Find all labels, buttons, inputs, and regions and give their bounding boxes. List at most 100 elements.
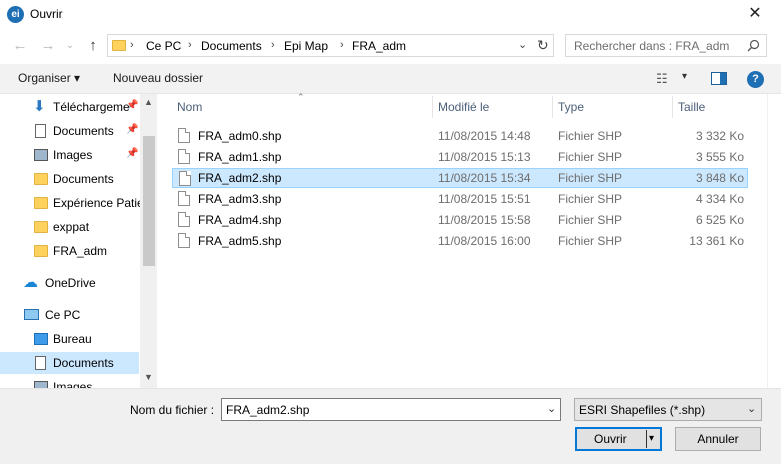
column-header-modified[interactable]: Modifié le — [438, 100, 489, 114]
document-icon — [35, 124, 46, 138]
sidebar-item-documents-pc[interactable]: Documents — [0, 352, 139, 374]
column-header-name[interactable]: Nom — [177, 100, 202, 114]
cloud-icon: ☁ — [23, 274, 38, 291]
table-row[interactable]: FRA_adm3.shp 11/08/2015 15:51 Fichier SH… — [172, 189, 748, 209]
close-icon[interactable]: ✕ — [745, 4, 765, 24]
folder-icon — [34, 221, 48, 233]
recent-dropdown-icon[interactable]: ⌄ — [60, 36, 80, 56]
preview-pane-icon[interactable] — [711, 72, 727, 85]
file-modified: 11/08/2015 15:58 — [438, 213, 531, 227]
address-dropdown-icon[interactable]: ⌄ — [518, 38, 527, 51]
sidebar-item-bureau[interactable]: Bureau — [0, 328, 139, 350]
file-icon — [178, 149, 190, 164]
scroll-down-icon[interactable]: ▼ — [144, 372, 153, 382]
sidebar-item-exppat[interactable]: exppat — [0, 216, 139, 238]
chevron-down-icon[interactable]: ⌄ — [547, 402, 556, 415]
new-folder-button[interactable]: Nouveau dossier — [113, 71, 203, 85]
sidebar-item-images-pc[interactable]: Images — [0, 376, 139, 388]
file-name: FRA_adm3.shp — [198, 192, 282, 206]
desktop-icon — [34, 333, 48, 345]
folder-icon — [34, 197, 48, 209]
sidebar-item-documents-folder[interactable]: Documents — [0, 168, 139, 190]
pin-icon: 📌 — [126, 124, 139, 135]
scroll-up-icon[interactable]: ▲ — [144, 97, 153, 107]
organize-button[interactable]: Organiser ▾ — [18, 71, 80, 85]
sidebar-item-label: FRA_adm — [53, 244, 108, 258]
help-icon[interactable]: ? — [747, 71, 764, 88]
dialog-footer: Nom du fichier : FRA_adm2.shp ⌄ ESRI Sha… — [0, 388, 781, 464]
image-icon — [34, 381, 48, 388]
file-list-scrollbar[interactable] — [767, 94, 781, 388]
filename-input[interactable]: FRA_adm2.shp ⌄ — [221, 398, 561, 421]
file-modified: 11/08/2015 15:51 — [438, 192, 531, 206]
file-modified: 11/08/2015 15:13 — [438, 150, 531, 164]
folder-icon — [112, 40, 126, 51]
breadcrumb-ce-pc[interactable]: Ce PC — [146, 39, 181, 53]
breadcrumb-fra-adm[interactable]: FRA_adm — [352, 39, 406, 53]
filename-value: FRA_adm2.shp — [226, 403, 310, 417]
view-dropdown-icon[interactable]: ▾ — [682, 71, 687, 82]
file-icon — [178, 212, 190, 227]
sidebar-item-onedrive[interactable]: ☁ OneDrive — [0, 272, 139, 294]
sidebar-item-images-quick[interactable]: Images 📌 — [0, 144, 139, 166]
view-options-icon[interactable]: ☷ — [656, 71, 668, 87]
title-bar: ei Ouvrir ✕ — [0, 0, 781, 30]
download-arrow-icon: ⬇ — [33, 98, 46, 115]
chevron-down-icon[interactable]: ⌄ — [747, 402, 756, 415]
search-placeholder: Rechercher dans : FRA_adm — [574, 39, 730, 53]
file-type: Fichier SHP — [558, 213, 623, 227]
sidebar-item-label: Documents — [53, 356, 114, 370]
sidebar-item-label: Images — [53, 380, 93, 388]
open-dropdown-icon[interactable]: ▾ — [649, 429, 654, 449]
file-icon — [178, 233, 190, 248]
breadcrumb-separator: › — [130, 39, 134, 51]
sidebar-scroll-thumb[interactable] — [143, 136, 155, 266]
file-modified: 11/08/2015 15:34 — [438, 171, 531, 185]
column-separator[interactable] — [552, 96, 553, 118]
file-size: 3 555 Ko — [695, 150, 744, 164]
table-row[interactable]: FRA_adm4.shp 11/08/2015 15:58 Fichier SH… — [172, 210, 748, 230]
document-icon — [35, 356, 46, 370]
file-name: FRA_adm2.shp — [198, 171, 282, 185]
table-row[interactable]: FRA_adm1.shp 11/08/2015 15:13 Fichier SH… — [172, 147, 748, 167]
column-separator[interactable] — [672, 96, 673, 118]
sidebar-item-label: OneDrive — [45, 276, 96, 290]
sidebar-item-experience[interactable]: Expérience Patie — [0, 192, 144, 214]
sidebar-item-label: Expérience Patie — [53, 196, 144, 210]
back-arrow-icon[interactable]: ← — [10, 36, 30, 56]
column-separator[interactable] — [432, 96, 433, 118]
sidebar-item-label: Ce PC — [45, 308, 81, 322]
table-row-selected[interactable]: FRA_adm2.shp 11/08/2015 15:34 Fichier SH… — [172, 168, 748, 188]
table-row[interactable]: FRA_adm0.shp 11/08/2015 14:48 Fichier SH… — [172, 126, 748, 146]
open-button[interactable]: Ouvrir ▾ — [575, 427, 662, 451]
column-header-type[interactable]: Type — [558, 100, 584, 114]
up-arrow-icon[interactable]: ↑ — [83, 36, 103, 56]
filter-value: ESRI Shapefiles (*.shp) — [579, 403, 706, 417]
forward-arrow-icon[interactable]: → — [38, 36, 58, 56]
search-input[interactable]: Rechercher dans : FRA_adm — [565, 34, 767, 57]
table-row[interactable]: FRA_adm5.shp 11/08/2015 16:00 Fichier SH… — [172, 231, 748, 251]
navigation-pane: ⬇ Téléchargeme 📌 Documents 📌 Images 📌 Do… — [0, 94, 157, 388]
file-list: ⌃ Nom Modifié le Type Taille FRA_adm0.sh… — [157, 92, 781, 388]
address-bar[interactable]: › Ce PC › Documents › Epi Map › FRA_adm … — [107, 34, 640, 57]
sidebar-item-downloads[interactable]: ⬇ Téléchargeme 📌 — [0, 96, 139, 118]
open-button-label: Ouvrir — [594, 432, 627, 446]
folder-icon — [34, 245, 48, 257]
file-name: FRA_adm1.shp — [198, 150, 282, 164]
column-header-size[interactable]: Taille — [678, 100, 705, 114]
refresh-icon[interactable]: ↻ — [537, 37, 549, 54]
sidebar-item-label: Images — [53, 148, 93, 162]
window-title: Ouvrir — [30, 7, 63, 21]
computer-icon — [24, 309, 39, 320]
search-icon — [747, 39, 760, 52]
file-type-filter[interactable]: ESRI Shapefiles (*.shp) ⌄ — [574, 398, 762, 421]
sidebar-item-documents-quick[interactable]: Documents 📌 — [0, 120, 139, 142]
file-modified: 11/08/2015 16:00 — [438, 234, 531, 248]
filename-label: Nom du fichier : — [130, 403, 215, 417]
breadcrumb-documents[interactable]: Documents — [201, 39, 262, 53]
cancel-button[interactable]: Annuler — [675, 427, 761, 451]
sidebar-item-fra-adm[interactable]: FRA_adm — [0, 240, 139, 262]
breadcrumb-epi-map[interactable]: Epi Map — [284, 39, 328, 53]
file-size: 6 525 Ko — [695, 213, 744, 227]
sidebar-item-ce-pc[interactable]: Ce PC — [0, 304, 139, 326]
